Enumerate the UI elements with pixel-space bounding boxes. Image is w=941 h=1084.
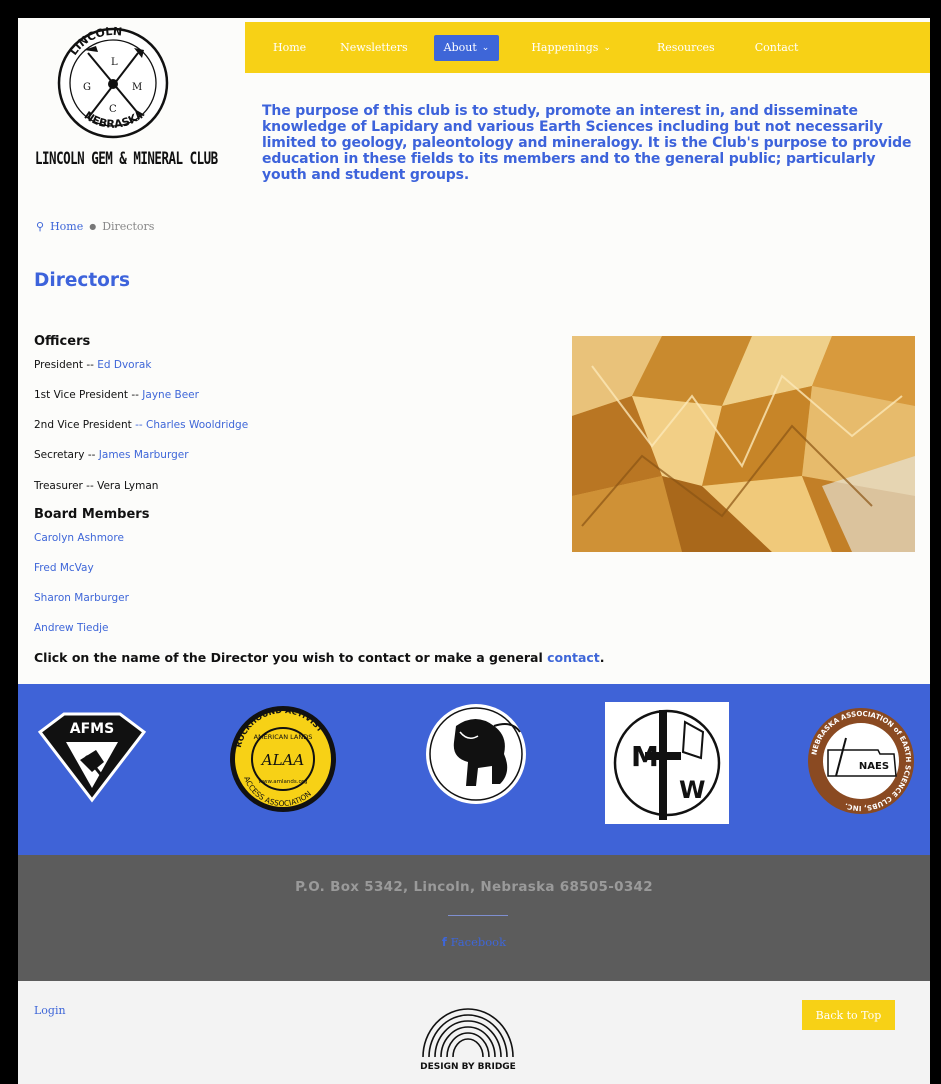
facebook-icon: f — [441, 935, 447, 949]
mwf-logo-icon[interactable]: M W — [605, 702, 729, 824]
board-member-link[interactable]: Fred McVay — [34, 562, 94, 574]
officer-role: 1st Vice President — [34, 389, 129, 401]
svg-text:L: L — [111, 57, 118, 68]
nav-contact-label: Contact — [754, 41, 799, 54]
svg-text:DESIGN BY BRIDGE: DESIGN BY BRIDGE — [420, 1062, 516, 1071]
nav-newsletters-label: Newsletters — [340, 41, 408, 54]
naes-logo-icon[interactable]: NEBRASKA ASSOCIATION of EARTH SCIENCE CL… — [806, 706, 916, 816]
facebook-link[interactable]: f Facebook — [18, 935, 930, 949]
club-emblem-icon: LINCOLN NEBRASKA L G M C — [57, 25, 169, 139]
officer-role: Treasurer — [34, 480, 83, 492]
nav-about[interactable]: About ⌄ — [433, 34, 500, 61]
officer-row: 2nd Vice President -- Charles Wooldridge — [34, 419, 248, 431]
nav-happenings-label: Happenings — [531, 41, 599, 54]
officers-heading: Officers — [34, 334, 91, 349]
postal-address: P.O. Box 5342, Lincoln, Nebraska 68505-0… — [295, 879, 653, 895]
affiliations-band: AFMS ROCKHOUND ACTIVIST ACCESS ASSOCIATI… — [18, 684, 930, 855]
officer-name: Vera Lyman — [97, 480, 159, 492]
officer-name-link[interactable]: James Marburger — [99, 449, 189, 461]
board-member-row: Carolyn Ashmore — [34, 532, 124, 544]
login-link[interactable]: Login — [34, 1004, 66, 1017]
alaa-logo-icon[interactable]: ROCKHOUND ACTIVIST ACCESS ASSOCIATION AM… — [228, 699, 338, 814]
page: LINCOLN NEBRASKA L G M C LINCOLN GEM & M… — [18, 18, 930, 1084]
breadcrumb: ⚲ Home ● Directors — [36, 220, 154, 233]
chevron-down-icon: ⌄ — [481, 42, 490, 53]
board-heading: Board Members — [34, 507, 150, 522]
contact-link[interactable]: contact — [547, 650, 600, 665]
nav-resources[interactable]: Resources — [647, 35, 725, 61]
officer-name-link[interactable]: Jayne Beer — [142, 389, 199, 401]
breadcrumb-home[interactable]: Home — [50, 220, 83, 233]
officer-row: Secretary -- James Marburger — [34, 449, 189, 461]
svg-text:AMERICAN LANDS: AMERICAN LANDS — [254, 733, 313, 741]
svg-text:G: G — [83, 82, 91, 93]
pin-icon: ⚲ — [36, 220, 45, 233]
board-member-row: Andrew Tiedje — [34, 622, 108, 634]
svg-text:NAES: NAES — [859, 761, 889, 772]
svg-text:M: M — [132, 82, 142, 93]
board-member-link[interactable]: Andrew Tiedje — [34, 622, 108, 634]
officer-name-link[interactable]: Charles Wooldridge — [146, 419, 248, 431]
officer-row: 1st Vice President -- Jayne Beer — [34, 389, 199, 401]
site-footer: P.O. Box 5342, Lincoln, Nebraska 68505-0… — [18, 855, 930, 981]
separator: -- — [128, 389, 143, 401]
separator: -- — [82, 480, 98, 492]
bottom-bar: Login DESIGN BY BRIDGE Back to Top — [18, 981, 930, 1084]
contact-note-end: . — [599, 650, 605, 665]
nav-contact[interactable]: Contact — [745, 35, 809, 61]
facebook-label: Facebook — [450, 935, 507, 949]
board-member-row: Sharon Marburger — [34, 592, 129, 604]
page-title: Directors — [34, 270, 131, 291]
separator: -- — [131, 419, 147, 431]
contact-note-text: Click on the name of the Director you wi… — [34, 650, 548, 665]
board-member-link[interactable]: Sharon Marburger — [34, 592, 129, 604]
svg-text:AFMS: AFMS — [70, 721, 114, 737]
officer-role: 2nd Vice President — [34, 419, 132, 431]
club-name: LINCOLN GEM & MINERAL CLUB — [35, 148, 218, 169]
main-nav: Home Newsletters About ⌄ Happenings ⌄ Reso… — [245, 22, 930, 73]
separator: -- — [82, 359, 98, 371]
nav-home[interactable]: Home — [263, 35, 316, 61]
footer-divider — [448, 915, 508, 916]
svg-text:C: C — [109, 104, 117, 115]
board-member-link[interactable]: Carolyn Ashmore — [34, 532, 124, 544]
contact-note: Click on the name of the Director you wi… — [34, 650, 605, 665]
nav-resources-label: Resources — [656, 41, 715, 54]
breadcrumb-separator-icon: ● — [89, 222, 97, 231]
breadcrumb-current: Directors — [102, 220, 155, 233]
emblem-logo-icon[interactable] — [416, 702, 536, 806]
officer-name-link[interactable]: Ed Dvorak — [97, 359, 151, 371]
mineral-photo — [572, 336, 915, 552]
nav-about-label: About — [443, 41, 477, 54]
back-to-top-button[interactable]: Back to Top — [802, 1000, 895, 1030]
officer-row: President -- Ed Dvorak — [34, 359, 151, 371]
officer-role: Secretary — [34, 449, 85, 461]
afms-logo-icon[interactable]: AFMS — [36, 710, 148, 804]
nav-home-label: Home — [273, 41, 307, 54]
officer-row: Treasurer -- Vera Lyman — [34, 480, 158, 492]
board-member-row: Fred McVay — [34, 562, 94, 574]
nav-newsletters[interactable]: Newsletters — [330, 35, 417, 61]
chevron-down-icon: ⌄ — [603, 42, 611, 53]
club-logo[interactable]: LINCOLN NEBRASKA L G M C LINCOLN GEM & M… — [18, 18, 245, 188]
svg-text:ALAA: ALAA — [260, 751, 305, 769]
nav-happenings[interactable]: Happenings ⌄ — [521, 35, 621, 61]
separator: -- — [84, 449, 99, 461]
officer-role: President — [34, 359, 83, 371]
svg-text:www.amlands.org: www.amlands.org — [259, 779, 308, 785]
mission-statement: The purpose of this club is to study, pr… — [262, 103, 912, 183]
design-by-bridge-logo[interactable]: DESIGN BY BRIDGE — [413, 999, 523, 1071]
svg-text:W: W — [679, 776, 705, 804]
